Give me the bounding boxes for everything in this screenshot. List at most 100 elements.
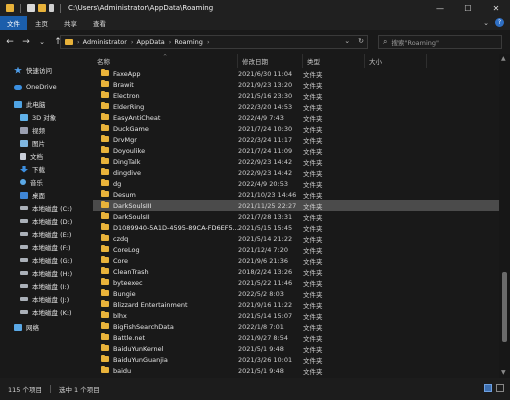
- file-row[interactable]: CleanTrash 2018/2/24 13:26 文件夹: [93, 266, 499, 277]
- file-row[interactable]: czdq 2021/5/14 21:22 文件夹: [93, 233, 499, 244]
- tab-home[interactable]: 主页: [27, 16, 56, 30]
- sidebar-item-downloads[interactable]: 下载: [0, 163, 93, 175]
- file-row[interactable]: Battle.net 2021/9/27 8:54 文件夹: [93, 332, 499, 343]
- customize-toolbar-icon[interactable]: [49, 4, 54, 12]
- search-box[interactable]: ⌕ 搜索"Roaming": [378, 35, 502, 49]
- expand-ribbon-icon[interactable]: ⌄: [483, 19, 489, 27]
- file-row[interactable]: DrvMgr 2022/3/24 11:17 文件夹: [93, 134, 499, 145]
- file-row[interactable]: ElderRing 2022/3/20 14:53 文件夹: [93, 101, 499, 112]
- file-modified-date: 2021/9/27 8:54: [238, 333, 288, 342]
- file-name: CleanTrash: [113, 267, 149, 276]
- sidebar-item-quick-access[interactable]: 快速访问: [0, 64, 93, 76]
- star-icon: [14, 66, 22, 74]
- address-bar[interactable]: › Administrator › AppData › Roaming › ⌄ …: [60, 35, 368, 49]
- file-row[interactable]: Blizzard Entertainment 2021/9/16 11:22 文件夹: [93, 299, 499, 310]
- file-row[interactable]: Core 2021/9/6 21:36 文件夹: [93, 255, 499, 266]
- sidebar-item-drive-i[interactable]: 本地磁盘 (I:): [0, 280, 93, 292]
- maximize-button[interactable]: ☐: [454, 0, 482, 16]
- sidebar-item-desktop[interactable]: 桌面: [0, 189, 93, 201]
- file-row[interactable]: BaiduYunKernel 2021/5/1 9:48 文件夹: [93, 343, 499, 354]
- sidebar-item-this-pc[interactable]: 此电脑: [0, 98, 93, 110]
- help-icon[interactable]: ?: [495, 18, 504, 27]
- scroll-up-icon[interactable]: ▲: [501, 55, 506, 62]
- file-row[interactable]: byteexec 2021/5/22 11:46 文件夹: [93, 277, 499, 288]
- file-row[interactable]: FaxeApp 2021/6/30 11:04 文件夹: [93, 68, 499, 79]
- address-dropdown-icon[interactable]: ⌄: [344, 37, 350, 45]
- breadcrumb-roaming[interactable]: Roaming: [174, 38, 203, 46]
- back-button[interactable]: ←: [4, 36, 16, 48]
- sidebar-item-pictures[interactable]: 图片: [0, 137, 93, 149]
- file-name: D1089940-5A1D-4595-89CA-FD6EF5...: [113, 223, 239, 232]
- sidebar-item-3d-objects[interactable]: 3D 对象: [0, 111, 93, 123]
- sidebar-item-onedrive[interactable]: OneDrive: [0, 81, 93, 93]
- sidebar-item-label: 视频: [32, 127, 45, 135]
- sidebar-item-drive-g[interactable]: 本地磁盘 (G:): [0, 254, 93, 266]
- breadcrumb-appdata[interactable]: AppData: [137, 38, 165, 46]
- file-row[interactable]: DarkSoulsIII 2021/11/25 22:27 文件夹: [93, 200, 499, 211]
- sidebar-item-documents[interactable]: 文档: [0, 150, 93, 162]
- folder-icon: [101, 156, 109, 164]
- large-icons-view-icon[interactable]: [496, 384, 504, 392]
- file-row[interactable]: Brawit 2021/9/23 13:20 文件夹: [93, 79, 499, 90]
- file-modified-date: 2021/11/25 22:27: [238, 201, 297, 210]
- file-row[interactable]: blhx 2021/5/14 15:07 文件夹: [93, 310, 499, 321]
- scrollbar-thumb[interactable]: [502, 272, 507, 342]
- file-row[interactable]: Desum 2021/10/23 14:46 文件夹: [93, 189, 499, 200]
- tab-share[interactable]: 共享: [56, 16, 85, 30]
- file-row[interactable]: dingdive 2022/9/23 14:42 文件夹: [93, 167, 499, 178]
- file-modified-date: 2021/9/23 13:20: [238, 80, 293, 89]
- file-row[interactable]: dg 2022/4/9 20:53 文件夹: [93, 178, 499, 189]
- file-row[interactable]: Electron 2021/5/16 23:30 文件夹: [93, 90, 499, 101]
- sidebar-item-drive-d[interactable]: 本地磁盘 (D:): [0, 215, 93, 227]
- drive-icon: [20, 245, 28, 249]
- sidebar-item-videos[interactable]: 视频: [0, 124, 93, 136]
- file-row[interactable]: DarkSoulsII 2021/7/28 13:31 文件夹: [93, 211, 499, 222]
- file-type: 文件夹: [303, 147, 323, 156]
- file-row[interactable]: BigFishSearchData 2022/1/8 7:01 文件夹: [93, 321, 499, 332]
- column-header-date[interactable]: 修改日期: [238, 54, 303, 68]
- new-folder-icon[interactable]: [38, 4, 46, 12]
- properties-icon[interactable]: [27, 4, 35, 12]
- file-row[interactable]: baidu 2021/5/1 9:48 文件夹: [93, 365, 499, 376]
- vertical-scrollbar[interactable]: ▲ ▼: [499, 54, 510, 378]
- file-name: DrvMgr: [113, 135, 137, 144]
- sidebar-item-drive-c[interactable]: 本地磁盘 (C:): [0, 202, 93, 214]
- search-placeholder: 搜索"Roaming": [391, 39, 440, 47]
- scroll-down-icon[interactable]: ▼: [501, 369, 506, 376]
- sidebar-item-drive-f[interactable]: 本地磁盘 (F:): [0, 241, 93, 253]
- file-modified-date: 2021/5/1 9:48: [238, 344, 284, 353]
- forward-button[interactable]: →: [20, 36, 32, 48]
- file-type: 文件夹: [303, 268, 323, 277]
- details-view-icon[interactable]: [484, 384, 492, 392]
- file-name: dg: [113, 179, 122, 188]
- column-header-type[interactable]: 类型: [303, 54, 365, 68]
- minimize-button[interactable]: —: [426, 0, 454, 16]
- sidebar-item-drive-h[interactable]: 本地磁盘 (H:): [0, 267, 93, 279]
- file-type: 文件夹: [303, 279, 323, 288]
- file-row[interactable]: Doyoulike 2021/7/24 11:09 文件夹: [93, 145, 499, 156]
- column-header-name[interactable]: 名称 ^: [93, 54, 238, 68]
- close-button[interactable]: ✕: [482, 0, 510, 16]
- recent-locations-button[interactable]: ⌄: [36, 36, 48, 48]
- tab-file[interactable]: 文件: [0, 16, 27, 30]
- sidebar-item-drive-j[interactable]: 本地磁盘 (J:): [0, 293, 93, 305]
- sidebar-item-drive-e[interactable]: 本地磁盘 (E:): [0, 228, 93, 240]
- file-row[interactable]: EasyAntiCheat 2022/4/9 7:43 文件夹: [93, 112, 499, 123]
- file-row[interactable]: D1089940-5A1D-4595-89CA-FD6EF5... 2021/5/…: [93, 222, 499, 233]
- file-row[interactable]: DingTalk 2022/9/23 14:42 文件夹: [93, 156, 499, 167]
- file-type: 文件夹: [303, 367, 323, 376]
- sidebar-item-network[interactable]: 网络: [0, 321, 93, 333]
- sidebar-item-music[interactable]: 音乐: [0, 176, 93, 188]
- refresh-icon[interactable]: ↻: [358, 37, 364, 45]
- file-row[interactable]: BaiduYunGuanjia 2021/3/26 10:01 文件夹: [93, 354, 499, 365]
- window-title: C:\Users\Administrator\AppData\Roaming: [68, 4, 214, 12]
- breadcrumb-administrator[interactable]: Administrator: [83, 38, 127, 46]
- folder-icon: [101, 178, 109, 186]
- sidebar-item-drive-k[interactable]: 本地磁盘 (K:): [0, 306, 93, 318]
- column-header-size[interactable]: 大小: [365, 54, 427, 68]
- title-bar: C:\Users\Administrator\AppData\Roaming —…: [0, 0, 510, 16]
- tab-view[interactable]: 查看: [85, 16, 114, 30]
- file-row[interactable]: Bungie 2022/5/2 8:03 文件夹: [93, 288, 499, 299]
- file-row[interactable]: DuckGame 2021/7/24 10:30 文件夹: [93, 123, 499, 134]
- file-row[interactable]: CoreLog 2021/12/4 7:20 文件夹: [93, 244, 499, 255]
